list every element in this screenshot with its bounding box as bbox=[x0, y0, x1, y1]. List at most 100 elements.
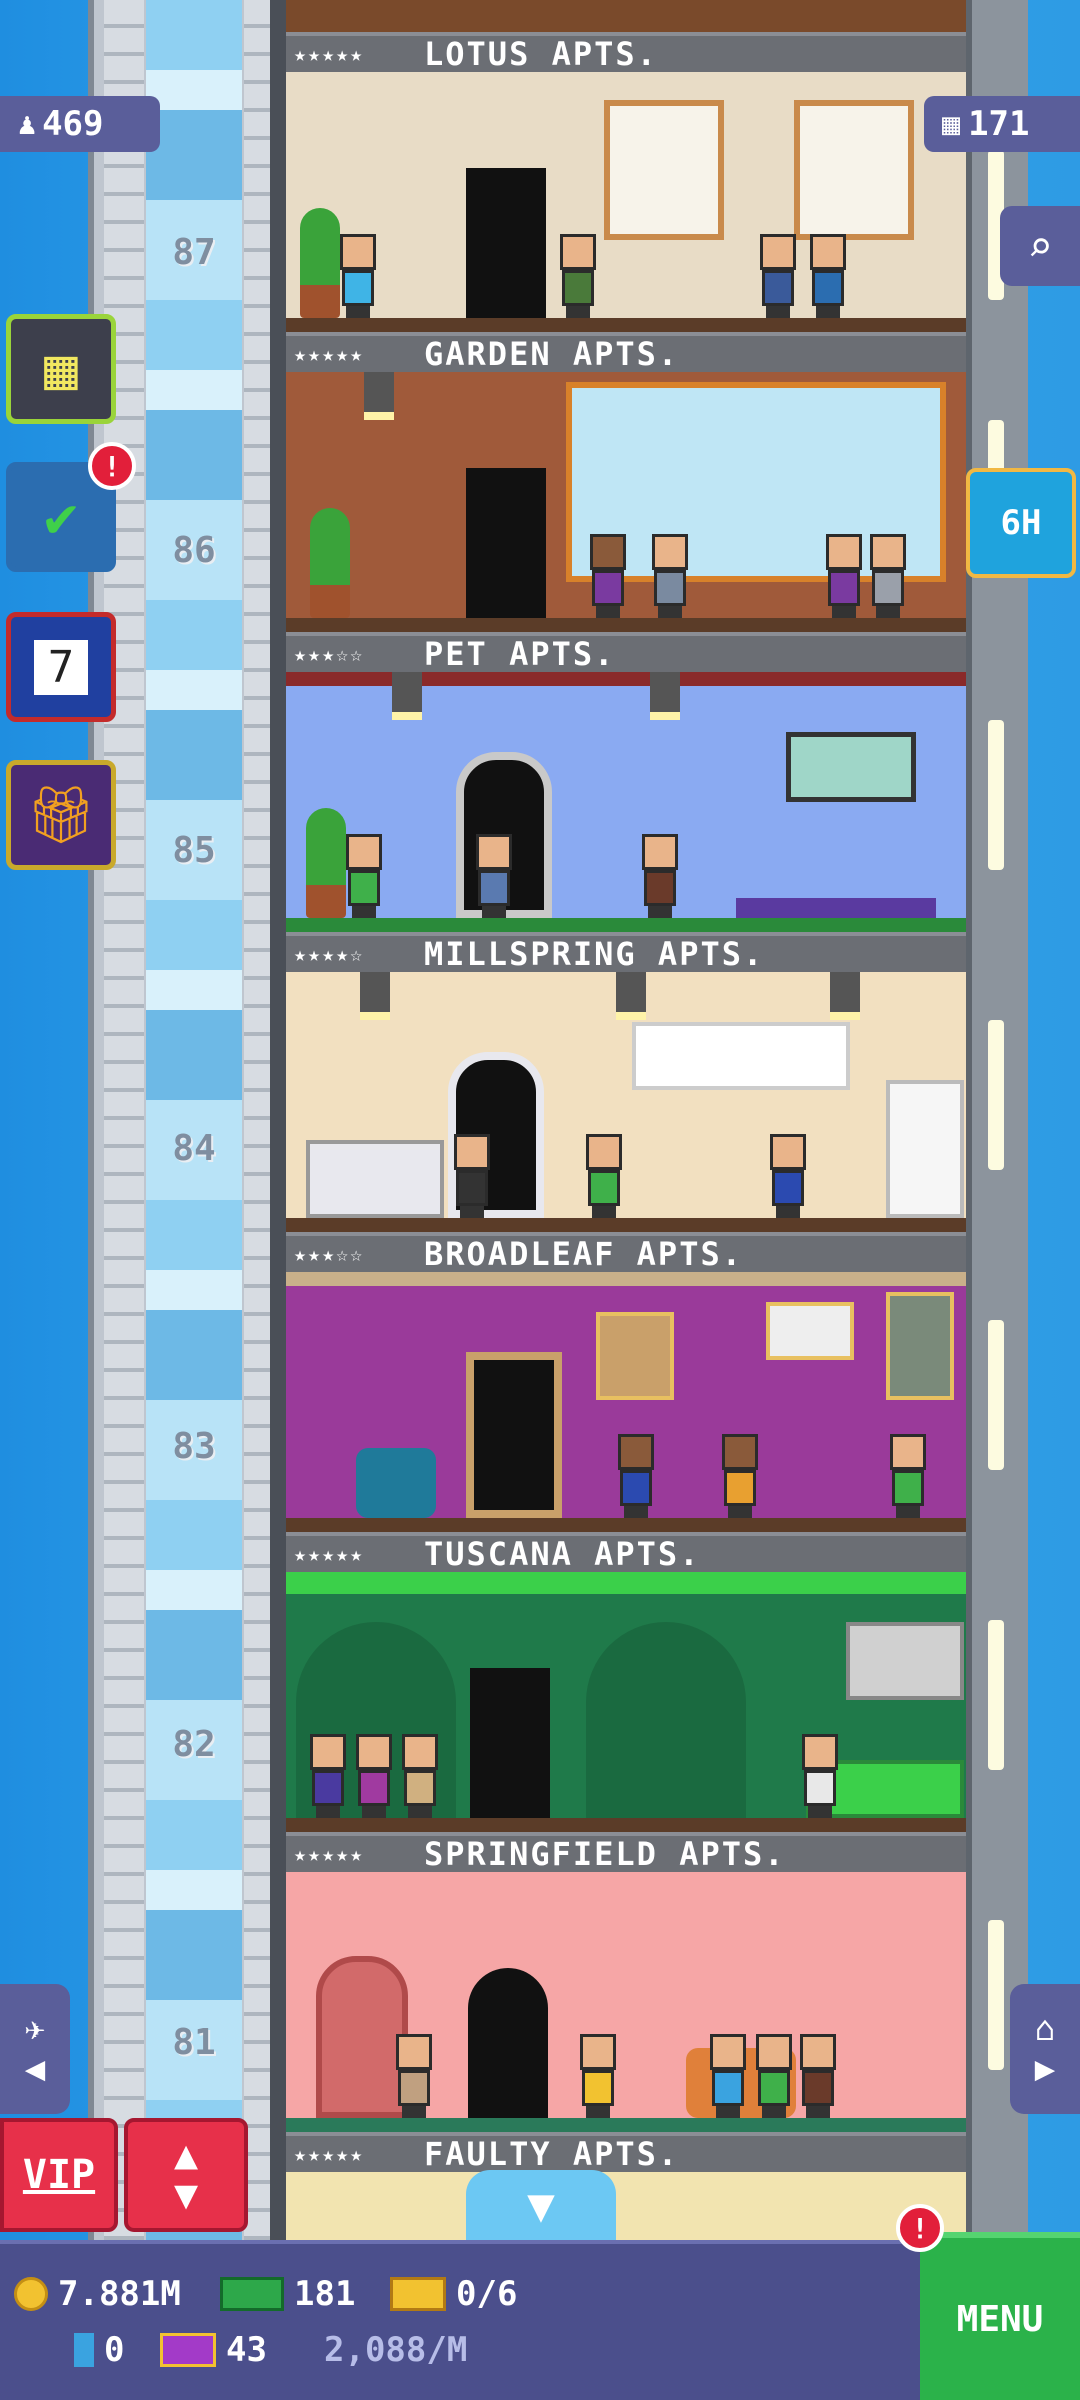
population-counter[interactable]: ♟ 469 bbox=[0, 96, 160, 152]
ceiling-trim bbox=[286, 1272, 966, 1286]
menu-label: MENU bbox=[956, 2298, 1044, 2340]
resident[interactable] bbox=[352, 1734, 396, 1818]
tickets-stat[interactable]: 0/6 bbox=[390, 2274, 517, 2314]
plant-decor bbox=[300, 208, 340, 318]
resident[interactable] bbox=[798, 1734, 842, 1818]
floor-room bbox=[286, 972, 966, 1232]
wall-alcove bbox=[586, 1622, 746, 1822]
resident[interactable] bbox=[336, 234, 380, 318]
floors-counter[interactable]: ▦ 171 bbox=[924, 96, 1080, 152]
coin-icon bbox=[14, 2277, 48, 2311]
floor-pet[interactable]: ★★★☆☆ PET APTS. bbox=[286, 632, 966, 932]
floor-number: 85 bbox=[172, 830, 216, 871]
resident[interactable] bbox=[398, 1734, 442, 1818]
vip-cards-stat[interactable]: 43 bbox=[160, 2330, 267, 2370]
resident[interactable] bbox=[866, 534, 910, 618]
build-floor-icon: ▦ bbox=[44, 336, 78, 402]
floor-stars: ★★★★☆ bbox=[294, 942, 365, 966]
wall-window bbox=[988, 1020, 1004, 1170]
room-floor bbox=[286, 2118, 966, 2132]
vip-label: VIP bbox=[22, 2152, 96, 2198]
floors-value: 171 bbox=[968, 104, 1030, 144]
resident[interactable] bbox=[886, 1434, 930, 1518]
room-floor bbox=[286, 618, 966, 632]
bux-stat[interactable]: 181 bbox=[220, 2274, 355, 2314]
floor-lotus[interactable]: ★★★★★ LOTUS APTS. bbox=[286, 32, 966, 332]
resident[interactable] bbox=[614, 1434, 658, 1518]
floor-label: ★★★★★ TUSCANA APTS. bbox=[286, 1532, 966, 1573]
missions-alert-badge: ! bbox=[88, 442, 136, 490]
floor-faulty[interactable]: ★★★★★ FAULTY APTS. bbox=[286, 2132, 966, 2240]
resident[interactable] bbox=[706, 2034, 750, 2118]
vip-cards-value: 43 bbox=[226, 2330, 267, 2370]
gift-button[interactable]: 🎁︎ bbox=[6, 760, 116, 870]
resource-bar: 7.881M 181 0/6 0 43 2,088/M bbox=[0, 2240, 920, 2400]
airplane-icon: ✈ bbox=[24, 2009, 46, 2049]
resident[interactable] bbox=[556, 234, 600, 318]
ceiling-lamp bbox=[616, 972, 646, 1020]
resident[interactable] bbox=[648, 534, 692, 618]
income-rate: 2,088/M bbox=[324, 2330, 467, 2370]
resident[interactable] bbox=[472, 834, 516, 918]
tower-wall-left bbox=[270, 0, 286, 2240]
timer-button[interactable]: 6H bbox=[966, 468, 1076, 578]
sideboard bbox=[306, 1140, 444, 1218]
nav-lobby-button[interactable]: ✈ ◀ bbox=[0, 1984, 70, 2114]
resident[interactable] bbox=[450, 1134, 494, 1218]
income-rate-value: 2,088/M bbox=[324, 2330, 468, 2370]
floor-millspring[interactable]: ★★★★☆ MILLSPRING APTS. bbox=[286, 932, 966, 1232]
floor-stars: ★★★☆☆ bbox=[294, 642, 365, 666]
search-button[interactable]: ⌕ bbox=[1000, 206, 1080, 286]
scroll-down-button[interactable]: ▼ bbox=[466, 2170, 616, 2240]
elevator-shaft[interactable]: 87 86 85 84 83 82 81 bbox=[88, 0, 300, 2240]
build-floor-button[interactable]: ▦ bbox=[6, 314, 116, 424]
menu-button[interactable]: MENU bbox=[920, 2232, 1080, 2400]
tickets-value: 0/6 bbox=[456, 2274, 518, 2314]
ceiling-trim bbox=[286, 1572, 966, 1594]
floor-springfield[interactable]: ★★★★★ SPRINGFIELD APTS. bbox=[286, 1832, 966, 2132]
resident[interactable] bbox=[822, 534, 866, 618]
floor-broadleaf[interactable]: ★★★☆☆ BROADLEAF APTS. bbox=[286, 1232, 966, 1532]
resident[interactable] bbox=[576, 2034, 620, 2118]
resident[interactable] bbox=[756, 234, 800, 318]
home-icon: ⌂ bbox=[1034, 2009, 1056, 2049]
floor-name: SPRINGFIELD APTS. bbox=[424, 1835, 786, 1873]
calendar-button[interactable]: 7 bbox=[6, 612, 116, 722]
gem-icon bbox=[74, 2333, 94, 2367]
tower-bux-icon bbox=[220, 2277, 284, 2311]
room-door bbox=[466, 1352, 562, 1518]
resident[interactable] bbox=[342, 834, 386, 918]
floor-garden[interactable]: ★★★★★ GARDEN APTS. bbox=[286, 332, 966, 632]
resident[interactable] bbox=[718, 1434, 762, 1518]
ceiling-lamp bbox=[392, 672, 422, 720]
floor-name: LOTUS APTS. bbox=[424, 35, 658, 73]
resident[interactable] bbox=[752, 2034, 796, 2118]
upper-floor-partial[interactable] bbox=[286, 0, 966, 32]
resident[interactable] bbox=[392, 2034, 436, 2118]
floor-tuscana[interactable]: ★★★★★ TUSCANA APTS. bbox=[286, 1532, 966, 1832]
resident[interactable] bbox=[796, 2034, 840, 2118]
resident[interactable] bbox=[586, 534, 630, 618]
resident[interactable] bbox=[806, 234, 850, 318]
floor-label: ★★★★★ FAULTY APTS. bbox=[286, 2132, 966, 2173]
floor-stars: ★★★★★ bbox=[294, 1542, 365, 1566]
resident[interactable] bbox=[582, 1134, 626, 1218]
coins-stat[interactable]: 7.881M bbox=[14, 2274, 181, 2314]
floor-number: 86 bbox=[172, 530, 216, 571]
resident[interactable] bbox=[638, 834, 682, 918]
vip-button[interactable]: VIP bbox=[0, 2118, 118, 2232]
floor-stars: ★★★★★ bbox=[294, 1842, 365, 1866]
resident[interactable] bbox=[766, 1134, 810, 1218]
nav-home-button[interactable]: ⌂ ▶ bbox=[1010, 1984, 1080, 2114]
shaft-glass bbox=[146, 0, 242, 2240]
floor-stars: ★★★★★ bbox=[294, 342, 365, 366]
floor-name: PET APTS. bbox=[424, 635, 616, 673]
person-icon: ♟ bbox=[18, 106, 37, 142]
menu-alert-badge: ! bbox=[896, 2204, 944, 2252]
resident[interactable] bbox=[306, 1734, 350, 1818]
floor-name: FAULTY APTS. bbox=[424, 2135, 680, 2173]
magnifier-icon: ⌕ bbox=[1027, 221, 1053, 271]
gems-stat[interactable]: 0 bbox=[74, 2330, 124, 2370]
elevator-button[interactable]: ▲ ▼ bbox=[124, 2118, 248, 2232]
floor-name: GARDEN APTS. bbox=[424, 335, 680, 373]
